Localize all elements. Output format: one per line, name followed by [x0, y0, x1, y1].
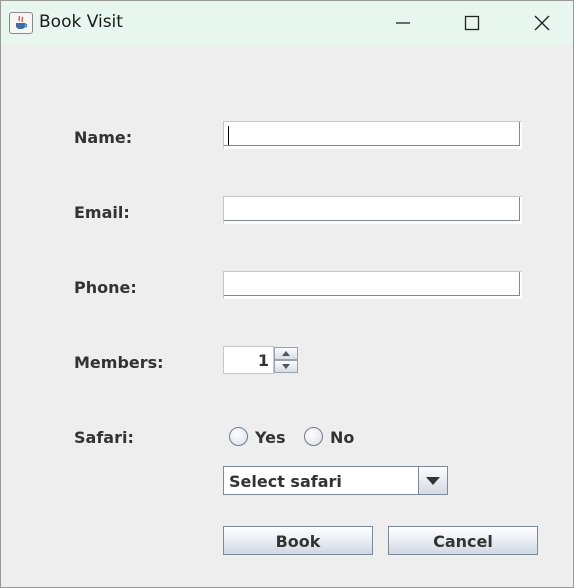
email-label: Email: [74, 203, 130, 222]
safari-no-label: No [330, 428, 355, 447]
name-label: Name: [74, 128, 133, 147]
close-icon [534, 15, 550, 31]
safari-select[interactable]: Select safari [223, 466, 448, 495]
radio-circle-icon [304, 427, 323, 446]
arrow-up-icon [282, 351, 290, 356]
book-visit-window: Book Visit Name: Email: Phone: Members: … [0, 0, 574, 588]
safari-select-arrow-button[interactable] [418, 467, 447, 494]
safari-no-radio[interactable]: No [304, 427, 364, 449]
cancel-button[interactable]: Cancel [388, 526, 538, 555]
phone-input[interactable] [228, 275, 514, 295]
safari-yes-radio[interactable]: Yes [229, 427, 299, 449]
window-title: Book Visit [39, 12, 123, 32]
name-field[interactable] [223, 121, 522, 149]
members-decrement-button[interactable] [274, 360, 298, 373]
phone-label: Phone: [74, 278, 137, 297]
safari-select-value: Select safari [229, 472, 342, 491]
safari-yes-label: Yes [255, 428, 286, 447]
email-field[interactable] [223, 196, 522, 224]
minimize-icon [396, 22, 410, 24]
members-label: Members: [74, 353, 164, 372]
maximize-icon [464, 15, 480, 31]
arrow-down-icon [282, 364, 290, 369]
members-increment-button[interactable] [274, 347, 298, 360]
close-button[interactable] [507, 1, 574, 45]
java-cup-icon [9, 12, 33, 34]
maximize-button[interactable] [437, 1, 507, 45]
safari-label: Safari: [74, 428, 134, 447]
chevron-down-icon [426, 477, 440, 485]
phone-field[interactable] [223, 271, 522, 299]
members-spinner[interactable]: 1 [223, 346, 298, 374]
radio-circle-icon [229, 427, 248, 446]
name-input[interactable] [228, 125, 514, 145]
book-button[interactable]: Book [223, 526, 373, 555]
title-bar[interactable]: Book Visit [1, 1, 573, 45]
members-value: 1 [257, 351, 269, 370]
members-input[interactable]: 1 [223, 346, 274, 374]
email-input[interactable] [228, 200, 514, 220]
minimize-button[interactable] [368, 1, 438, 45]
text-caret [228, 126, 229, 145]
